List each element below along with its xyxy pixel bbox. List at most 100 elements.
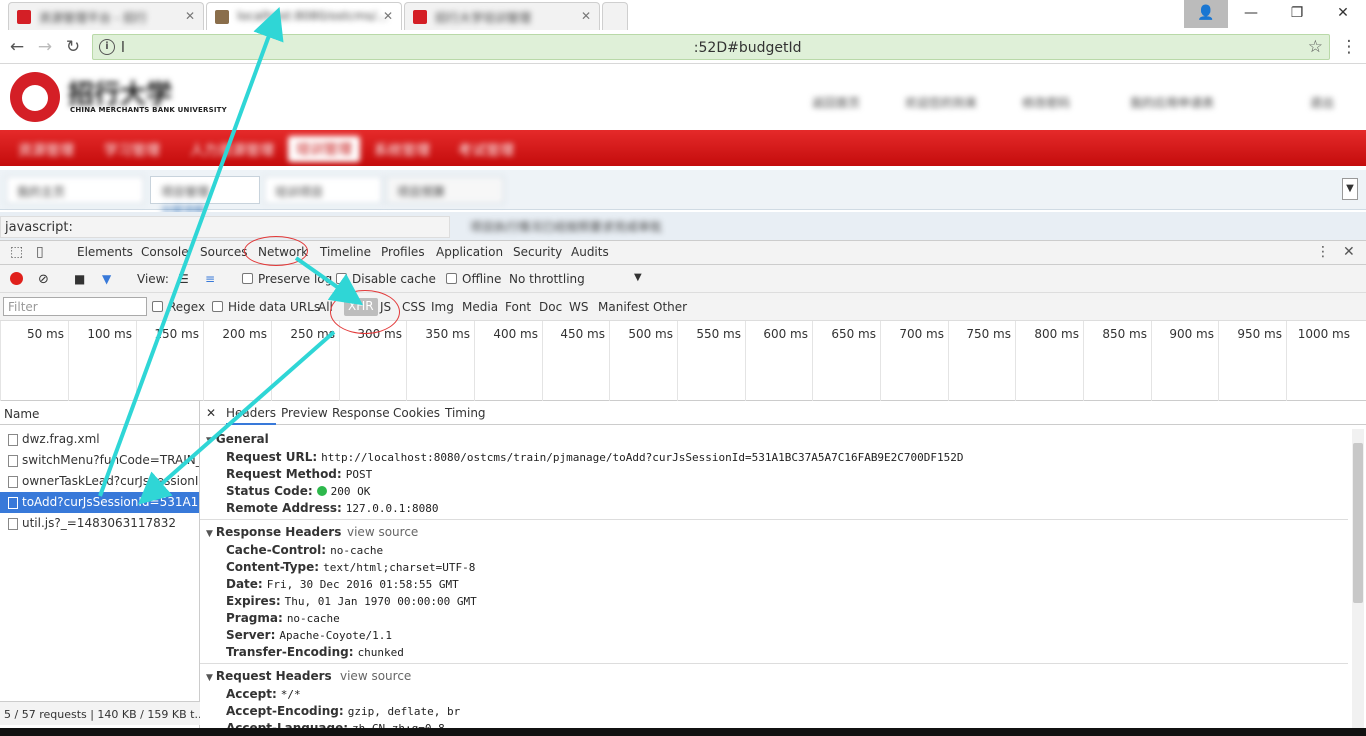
scrollbar-thumb[interactable] xyxy=(1353,443,1363,603)
tab-cookies[interactable]: Cookies xyxy=(393,406,440,420)
close-devtools-icon[interactable]: ✕ xyxy=(1343,244,1355,260)
close-tab-icon[interactable]: ✕ xyxy=(581,9,591,23)
request-row[interactable]: dwz.frag.xml xyxy=(0,429,199,450)
page-tab[interactable]: 培训项目 xyxy=(264,176,382,204)
general-title[interactable]: ▼ General xyxy=(206,432,269,446)
close-details-icon[interactable]: ✕ xyxy=(206,406,216,420)
forward-arrow-icon[interactable]: → xyxy=(34,36,56,58)
name-column-header[interactable]: Name xyxy=(0,401,199,425)
header-row: Pragma: no-cache xyxy=(226,611,340,625)
timeline-tick: 200 ms xyxy=(203,321,271,401)
restore-button[interactable]: ❐ xyxy=(1274,0,1320,28)
tab-application[interactable]: Application xyxy=(436,245,503,259)
site-info-icon[interactable]: i xyxy=(99,39,115,55)
device-toolbar-icon[interactable]: ▯ xyxy=(36,244,44,260)
top-link-logout[interactable]: 退出 xyxy=(1310,94,1334,111)
filter-font[interactable]: Font xyxy=(505,300,531,314)
request-headers-title[interactable]: ▼ Request Headers xyxy=(206,669,332,683)
response-headers-title[interactable]: ▼ Response Headers xyxy=(206,525,341,539)
tab-console[interactable]: Console xyxy=(141,245,189,259)
top-link-password[interactable]: 修改密码 xyxy=(1022,94,1070,111)
view-source-link[interactable]: view source xyxy=(340,669,411,683)
timeline-tick: 600 ms xyxy=(745,321,812,401)
filter-img[interactable]: Img xyxy=(431,300,454,314)
hide-data-urls-checkbox[interactable]: Hide data URLs xyxy=(212,300,320,314)
request-row[interactable]: ownerTaskLead?curJsSessionId... xyxy=(0,471,199,492)
tab-audits[interactable]: Audits xyxy=(571,245,609,259)
offline-checkbox[interactable]: Offline xyxy=(446,272,501,286)
close-tab-icon[interactable]: ✕ xyxy=(383,9,393,23)
close-window-button[interactable]: ✕ xyxy=(1320,0,1366,28)
reload-icon[interactable]: ↻ xyxy=(62,36,84,58)
url-suffix: :52D#budgetId xyxy=(693,40,802,56)
new-tab-button[interactable] xyxy=(602,2,628,30)
disable-cache-checkbox[interactable]: Disable cache xyxy=(336,272,436,286)
main-nav-item[interactable]: 考试管理 xyxy=(458,140,514,160)
timeline-tick: 100 ms xyxy=(68,321,136,401)
chevron-down-icon[interactable]: ▼ xyxy=(634,272,642,283)
request-list: Name dwz.frag.xml switchMenu?funCode=TRA… xyxy=(0,401,200,736)
filter-manifest[interactable]: Manifest xyxy=(598,300,649,314)
tab-preview[interactable]: Preview xyxy=(281,406,328,420)
main-nav-item[interactable]: 学习管理 xyxy=(104,140,160,160)
status-ok-icon xyxy=(316,486,327,496)
record-icon[interactable] xyxy=(10,272,23,285)
filter-doc[interactable]: Doc xyxy=(539,300,562,314)
minimize-button[interactable]: — xyxy=(1228,0,1274,28)
tab-timing[interactable]: Timing xyxy=(445,406,486,420)
request-headers-section: ▼ Request Headers view source Accept: */* … xyxy=(200,663,1348,735)
request-row-selected[interactable]: toAdd?curJsSessionId=531A1B... xyxy=(0,492,199,513)
filter-ws[interactable]: WS xyxy=(569,300,588,314)
filter-media[interactable]: Media xyxy=(462,300,498,314)
main-nav-item-active[interactable]: 培训管理 xyxy=(288,136,360,162)
browser-tab-3[interactable]: 招行大学培训管理 ✕ xyxy=(404,2,600,30)
top-link-app[interactable]: 我的应用申请表 xyxy=(1130,94,1214,111)
filter-funnel-icon[interactable]: ▼ xyxy=(102,272,111,286)
tab-sources[interactable]: Sources xyxy=(200,245,247,259)
tab-security[interactable]: Security xyxy=(513,245,562,259)
devtools-menu-icon[interactable]: ⋮ xyxy=(1316,244,1330,260)
timeline-tick: 800 ms xyxy=(1015,321,1083,401)
main-nav-item[interactable]: 系统管理 xyxy=(374,140,430,160)
browser-menu-icon[interactable]: ⋮ xyxy=(1338,36,1360,58)
top-link-welcome[interactable]: 欢迎您的到来 xyxy=(905,94,977,111)
large-rows-icon[interactable]: ☰ xyxy=(178,272,189,286)
capture-screenshots-icon[interactable]: ■ xyxy=(74,272,85,286)
overview-icon[interactable]: ≡ xyxy=(205,272,215,286)
address-url[interactable]: l :52D#budgetId xyxy=(121,40,802,56)
tab-profiles[interactable]: Profiles xyxy=(381,245,425,259)
filter-other[interactable]: Other xyxy=(653,300,687,314)
back-arrow-icon[interactable]: ← xyxy=(6,36,28,58)
regex-checkbox[interactable]: Regex xyxy=(152,300,205,314)
devtools-tab-bar: ⬚ ▯ Elements Console Sources Network Tim… xyxy=(0,241,1366,265)
close-tab-icon[interactable]: ✕ xyxy=(185,9,195,23)
header-row: Request URL: http://localhost:8080/ostcms… xyxy=(226,450,964,464)
filter-input[interactable]: Filter xyxy=(3,297,147,316)
tab-headers[interactable]: Headers xyxy=(226,406,276,425)
user-profile-icon[interactable]: 👤 xyxy=(1184,0,1228,28)
tab-elements[interactable]: Elements xyxy=(77,245,133,259)
clear-icon[interactable]: ⊘ xyxy=(38,272,49,287)
page-tab[interactable]: 项目管理 分部流程 xyxy=(150,176,260,217)
request-row[interactable]: switchMenu?funCode=TRAIN_PJ... xyxy=(0,450,199,471)
main-nav-item[interactable]: 资源管理 xyxy=(18,140,74,160)
filter-css[interactable]: CSS xyxy=(402,300,426,314)
tab-list-chevron-icon[interactable]: ▼ xyxy=(1342,178,1358,200)
page-tab-active[interactable]: 项目预算 xyxy=(386,176,504,204)
tab-response[interactable]: Response xyxy=(332,406,390,420)
tab-timeline[interactable]: Timeline xyxy=(320,245,371,259)
bookmark-star-icon[interactable]: ☆ xyxy=(1308,37,1323,57)
preserve-log-checkbox[interactable]: Preserve log xyxy=(242,272,332,286)
network-overview-timeline[interactable]: 50 ms 100 ms 150 ms 200 ms 250 ms 300 ms… xyxy=(0,321,1366,401)
browser-tab-2[interactable]: localhost:8080/ostcms/... ✕ xyxy=(206,2,402,30)
throttling-select[interactable]: No throttling xyxy=(509,272,585,286)
address-bar[interactable]: i l :52D#budgetId ☆ xyxy=(92,34,1330,60)
page-tab[interactable]: 我的主页 xyxy=(6,176,144,204)
request-row[interactable]: util.js?_=1483063117832 xyxy=(0,513,199,534)
inspect-element-icon[interactable]: ⬚ xyxy=(10,244,23,260)
browser-tab-1[interactable]: 资源管理平台 - 招行 ✕ xyxy=(8,2,204,30)
details-scrollbar[interactable] xyxy=(1352,429,1364,729)
main-nav-item[interactable]: 人力资源管理 xyxy=(190,140,274,160)
top-link-home[interactable]: 返回首页 xyxy=(812,94,860,111)
view-source-link[interactable]: view source xyxy=(347,525,418,539)
